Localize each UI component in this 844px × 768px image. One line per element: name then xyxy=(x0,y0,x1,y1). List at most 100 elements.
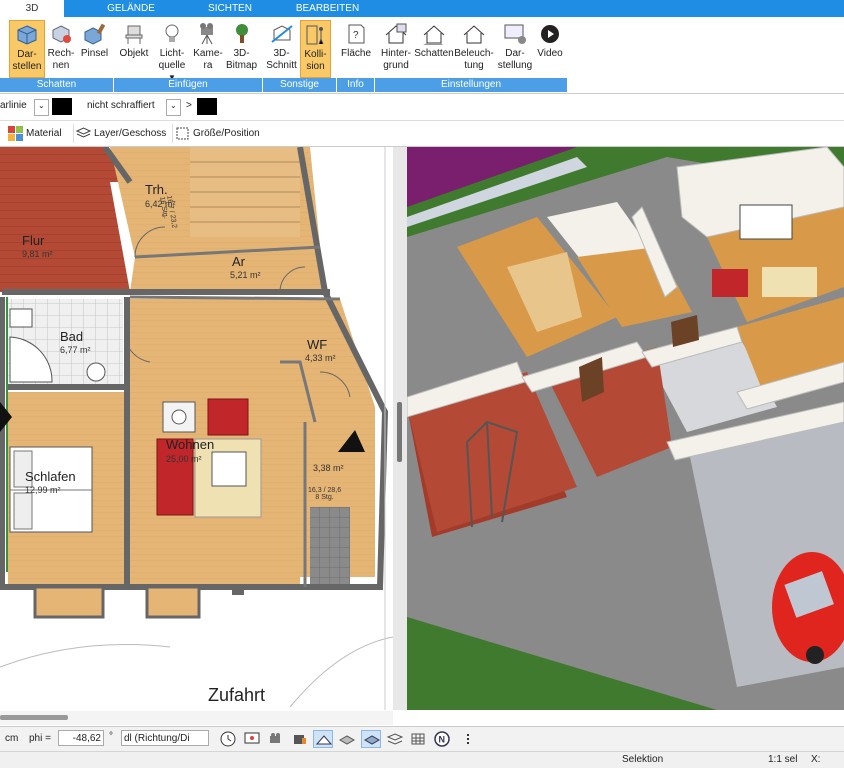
ribbon-tab-bar: 3D GELÄNDE SICHTEN BEARBEITEN xyxy=(0,0,844,17)
ribbon: Dar- stellen Rech- nen Pinsel Objekt Lic… xyxy=(0,17,844,94)
group-schatten: Schatten xyxy=(0,78,113,92)
3d-schnitt-button[interactable]: 3D- Schnitt xyxy=(265,20,298,78)
video-button[interactable]: Video xyxy=(534,20,566,78)
view-mode-2-icon[interactable] xyxy=(337,730,357,748)
x-coordinate-label: X: xyxy=(811,754,821,765)
group-sonstige: Sonstige xyxy=(263,78,336,92)
tab-gelaende[interactable]: GELÄNDE xyxy=(96,0,166,17)
room-area: 4,33 m² xyxy=(305,353,336,363)
layer-button[interactable]: Layer/Geschoss xyxy=(73,124,186,143)
room-area: 6,77 m² xyxy=(60,345,91,355)
layers-stack-icon[interactable] xyxy=(385,730,405,748)
degree-label: ° xyxy=(109,731,113,742)
room-area: 12,99 m² xyxy=(25,485,61,495)
lichtquelle-button[interactable]: Licht- quelle ▼ xyxy=(155,20,189,82)
3d-view[interactable] xyxy=(407,147,844,710)
group-einfuegen: Einfügen xyxy=(114,78,262,92)
room-label: Ar xyxy=(232,254,245,269)
line-type-dropdown[interactable]: ⌄ xyxy=(34,99,49,116)
flaeche-button[interactable]: ? Fläche xyxy=(340,20,372,78)
line-style-toolbar: arlinie ⌄ nicht schraffiert ⌄ > xyxy=(0,94,844,121)
scrollbar-thumb[interactable] xyxy=(0,715,68,720)
presentation-icon[interactable] xyxy=(242,730,262,748)
room-label: WF xyxy=(307,337,328,352)
grid-icon[interactable] xyxy=(408,730,428,748)
beleuchtung-button[interactable]: Beleuch- tung xyxy=(454,20,494,78)
hatch-label: nicht schraffiert xyxy=(87,100,155,111)
darstellung-button[interactable]: Dar- stellung xyxy=(496,20,534,78)
room-label: Trh. xyxy=(145,182,168,197)
status-bar: Selektion 1:1 sel X: xyxy=(0,751,844,768)
darstellen-button[interactable]: Dar- stellen xyxy=(9,20,45,78)
room-area: 9,81 m² xyxy=(22,249,53,259)
direction-dropdown[interactable]: dl (Richtung/Di xyxy=(121,730,209,746)
room-label: Wohnen xyxy=(166,437,215,452)
north-icon[interactable]: N xyxy=(432,730,452,748)
area-info-icon: ? xyxy=(348,24,365,44)
3d-bitmap-button[interactable]: 3D- Bitmap xyxy=(224,20,259,78)
stair-note: 16,3 / 28,6 8 Stg. xyxy=(308,487,342,501)
chevron-down-icon: ⌄ xyxy=(170,101,177,110)
resize-icon xyxy=(176,127,189,140)
hintergrund-button[interactable]: Hinter- grund xyxy=(378,20,414,78)
rechnen-button[interactable]: Rech- nen xyxy=(46,20,76,78)
pinsel-button[interactable]: Pinsel xyxy=(78,20,111,78)
schatten-button[interactable]: Schatten xyxy=(414,20,454,78)
hatch-dropdown[interactable]: ⌄ xyxy=(166,99,181,116)
room-label: Flur xyxy=(22,233,45,248)
objekt-button[interactable]: Objekt xyxy=(117,20,151,78)
tab-bearbeiten[interactable]: BEARBEITEN xyxy=(290,0,365,17)
kamera-button[interactable]: Kame- ra xyxy=(193,20,223,78)
camera-path-icon[interactable] xyxy=(266,730,286,748)
play-icon xyxy=(541,25,559,43)
kollision-button[interactable]: Kolli- sion xyxy=(300,20,331,78)
zufahrt-label: Zufahrt xyxy=(208,685,266,705)
collision-person-icon xyxy=(306,25,323,45)
splitter-handle[interactable] xyxy=(397,402,402,462)
camera-icon xyxy=(200,23,213,45)
fill-color-swatch[interactable] xyxy=(197,98,217,115)
house-light-icon xyxy=(463,25,485,44)
chevron-down-icon: ⌄ xyxy=(38,101,45,110)
room-label: Schlafen xyxy=(25,469,76,484)
view-mode-1-icon[interactable] xyxy=(313,730,333,748)
phi-input[interactable]: -48,62 xyxy=(58,730,104,746)
view-splitter[interactable] xyxy=(393,147,407,710)
scale-status: 1:1 sel xyxy=(768,754,798,765)
paint-bucket-icon[interactable] xyxy=(290,730,310,748)
line-type-label: arlinie xyxy=(0,100,27,111)
room-area: 25,00 m² xyxy=(166,454,202,464)
section-cut-icon xyxy=(270,25,293,43)
clock-icon[interactable] xyxy=(218,730,238,748)
house-shadow-icon xyxy=(423,25,445,45)
group-info: Info xyxy=(337,78,374,92)
more-options-icon[interactable] xyxy=(458,730,478,748)
mode-status: Selektion xyxy=(622,754,664,765)
tab-sichten[interactable]: SICHTEN xyxy=(195,0,265,17)
material-icon xyxy=(8,126,23,141)
3d-model-render xyxy=(407,147,844,710)
cube-icon xyxy=(17,25,37,45)
floor-plan-drawing xyxy=(0,147,393,710)
chair-icon xyxy=(125,25,143,44)
room-label: Bad xyxy=(60,329,84,344)
room-area: 3,38 m² xyxy=(313,463,344,473)
group-einstellungen: Einstellungen xyxy=(375,78,567,92)
coordinate-toolbar: cm phi = -48,62 ° dl (Richtung/Di N xyxy=(0,726,844,751)
brush-cube-icon xyxy=(84,23,105,45)
plan-scrollbar[interactable] xyxy=(0,711,393,725)
tab-3d[interactable]: 3D xyxy=(0,0,64,17)
svg-text:N: N xyxy=(439,735,446,745)
floor-plan-view[interactable]: Trh. 6,42 m² Flur 9,81 m² Ar 5,21 m² Bad… xyxy=(0,147,393,710)
render-cube-icon xyxy=(52,25,71,43)
monitor-settings-icon xyxy=(504,24,526,44)
object-toolbar: Material Layer/Geschoss Größe/Position xyxy=(0,121,844,147)
line-color-swatch[interactable] xyxy=(52,98,72,115)
groesse-position-button[interactable]: Größe/Position xyxy=(172,124,285,143)
svg-text:?: ? xyxy=(353,30,359,41)
phi-label: phi = xyxy=(29,733,51,744)
unit-label: cm xyxy=(5,733,19,744)
layers-icon xyxy=(76,127,91,138)
view-mode-3-icon[interactable] xyxy=(361,730,381,748)
tree-icon xyxy=(235,24,248,43)
